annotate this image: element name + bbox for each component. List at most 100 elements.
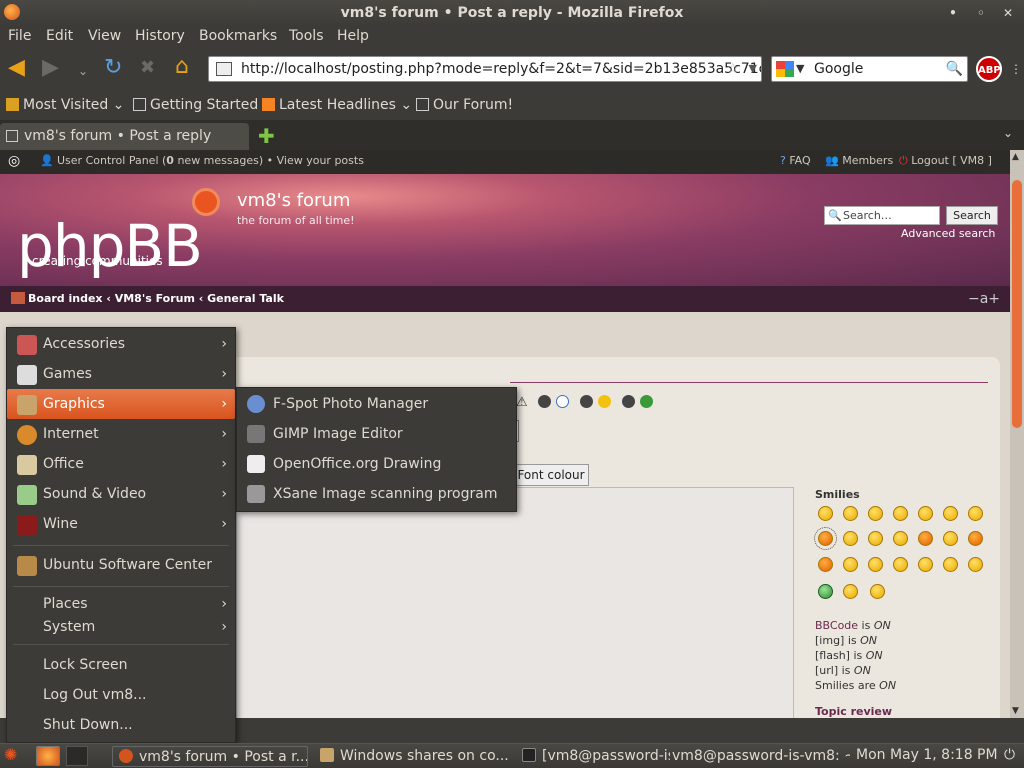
menu-file[interactable]: File — [8, 26, 31, 48]
google-icon[interactable] — [776, 61, 794, 77]
close-button[interactable]: ✕ — [998, 0, 1018, 26]
warning-icon[interactable]: ⚠ — [516, 395, 528, 410]
smiley-icon[interactable] — [843, 557, 858, 572]
menu-lock-screen[interactable]: Lock Screen — [7, 650, 235, 680]
submenu-gimp[interactable]: GIMP Image Editor — [237, 419, 516, 449]
dot-icon[interactable] — [538, 395, 551, 408]
submenu-openoffice-drawing[interactable]: OpenOffice.org Drawing — [237, 449, 516, 479]
url-bar[interactable]: http://localhost/posting.php?mode=reply&… — [208, 56, 762, 82]
menu-edit[interactable]: Edit — [46, 26, 73, 48]
smiley-icon[interactable] — [868, 557, 883, 572]
menu-graphics[interactable]: Graphics › — [7, 389, 235, 419]
menu-sound-video[interactable]: Sound & Video › — [7, 479, 235, 509]
forward-arrow-icon[interactable]: ▶ — [42, 57, 59, 79]
engine-dropdown-icon[interactable]: ▼ — [796, 57, 804, 81]
menu-wine[interactable]: Wine › — [7, 509, 235, 539]
smiley-icon[interactable] — [968, 506, 983, 521]
members-link[interactable]: 👥 Members — [825, 150, 893, 172]
maximize-button[interactable]: ◦ — [971, 0, 991, 26]
menu-internet[interactable]: Internet › — [7, 419, 235, 449]
menu-accessories[interactable]: Accessories › — [7, 329, 235, 359]
submenu-f-spot[interactable]: F-Spot Photo Manager — [237, 389, 516, 419]
font-size-control[interactable]: −a+ — [968, 286, 1000, 312]
smiley-icon[interactable] — [814, 527, 837, 550]
stop-icon[interactable]: ✖ — [140, 57, 155, 79]
forum-search-button[interactable]: Search — [946, 206, 998, 225]
menu-log-out[interactable]: Log Out vm8... — [7, 680, 235, 710]
smiley-icon[interactable] — [868, 531, 883, 546]
page-scrollbar[interactable]: ▲ ▼ — [1010, 150, 1024, 718]
green-smiley-icon[interactable] — [818, 584, 833, 599]
back-arrow-icon[interactable]: ◀ — [8, 57, 25, 79]
menu-history[interactable]: History — [135, 26, 185, 48]
menu-bookmarks[interactable]: Bookmarks — [199, 26, 277, 48]
tab-post-reply[interactable]: vm8's forum • Post a reply — [0, 123, 249, 150]
history-dropdown-icon[interactable]: ⌄ — [78, 60, 88, 82]
dot-icon[interactable] — [580, 395, 593, 408]
smiley-icon[interactable] — [968, 531, 983, 546]
task-terminal-1[interactable]: [vm8@password-is — [518, 746, 670, 767]
search-bar[interactable]: ▼ Google 🔍 — [771, 56, 968, 82]
home-icon[interactable]: ⌂ — [175, 56, 189, 78]
minimize-button[interactable]: • — [943, 0, 963, 26]
menu-office[interactable]: Office › — [7, 449, 235, 479]
smiley-icon[interactable] — [943, 506, 958, 521]
forum-search-input[interactable]: 🔍 Search… — [824, 206, 940, 225]
menu-ubuntu-software-center[interactable]: Ubuntu Software Center — [7, 550, 235, 580]
url-dropdown-icon[interactable]: ▼ — [749, 57, 757, 81]
reload-icon[interactable]: ↻ — [104, 57, 122, 79]
topic-review-heading[interactable]: Topic review — [815, 705, 892, 718]
submenu-xsane[interactable]: XSane Image scanning program — [237, 479, 516, 509]
smiley-icon[interactable] — [843, 506, 858, 521]
power-icon[interactable]: ⏻ — [1004, 747, 1015, 763]
info-icon[interactable] — [556, 395, 569, 408]
smiley-icon[interactable] — [918, 506, 933, 521]
smiley-icon[interactable] — [818, 557, 833, 572]
smiley-icon[interactable] — [843, 531, 858, 546]
dot-icon[interactable] — [622, 395, 635, 408]
toolbar-overflow-icon[interactable]: ⋮ — [1010, 62, 1022, 76]
smiley-icon[interactable] — [918, 531, 933, 546]
bookmark-getting-started[interactable]: Getting Started — [133, 96, 258, 116]
menu-tools[interactable]: Tools — [289, 26, 324, 48]
bbcode-link[interactable]: BBCode — [815, 619, 858, 632]
menu-shut-down[interactable]: Shut Down... — [7, 710, 235, 740]
smiley-icon[interactable] — [943, 557, 958, 572]
bookmark-star-icon[interactable]: ☆ — [726, 57, 739, 81]
smiley-icon[interactable] — [893, 557, 908, 572]
message-textarea[interactable] — [236, 487, 794, 718]
ucp-link[interactable]: User Control Panel (0 new messages) • Vi… — [57, 150, 364, 172]
logout-link[interactable]: ⏻ Logout [ VM8 ] — [899, 150, 992, 172]
smiley-icon[interactable] — [598, 395, 611, 408]
new-tab-button[interactable]: ✚ — [258, 124, 275, 148]
menu-view[interactable]: View — [88, 26, 121, 48]
search-icon[interactable]: 🔍 — [946, 57, 963, 81]
menu-help[interactable]: Help — [337, 26, 369, 48]
phpbb-logo[interactable]: phpBB — [17, 212, 203, 280]
scroll-down-icon[interactable]: ▼ — [1012, 706, 1019, 716]
bookmark-most-visited[interactable]: Most Visited ⌄ — [6, 96, 124, 116]
menu-games[interactable]: Games › — [7, 359, 235, 389]
clock[interactable]: Mon May 1, 8:18 PM — [856, 747, 998, 763]
font-colour-button[interactable]: Font colour — [513, 464, 589, 486]
ubuntu-menu-icon[interactable]: ✺ — [4, 745, 17, 764]
task-windows-shares[interactable]: Windows shares on co... — [314, 746, 512, 767]
task-firefox[interactable]: vm8's forum • Post a r... — [112, 746, 308, 767]
smiley-icon[interactable] — [818, 506, 833, 521]
green-smiley-icon[interactable] — [640, 395, 653, 408]
bookmark-our-forum[interactable]: Our Forum! — [416, 96, 513, 116]
adblock-icon[interactable]: ABP — [976, 56, 1002, 82]
firefox-launcher-icon[interactable] — [36, 746, 60, 766]
smiley-icon[interactable] — [843, 584, 858, 599]
smiley-icon[interactable] — [968, 557, 983, 572]
scroll-up-icon[interactable]: ▲ — [1012, 152, 1019, 162]
tab-list-icon[interactable]: ⌄ — [1003, 126, 1013, 140]
advanced-search-link[interactable]: Advanced search — [901, 227, 995, 240]
menu-system[interactable]: System › — [7, 612, 235, 642]
scrollbar-thumb[interactable] — [1012, 180, 1022, 428]
smiley-icon[interactable] — [918, 557, 933, 572]
bookmark-latest-headlines[interactable]: Latest Headlines ⌄ — [262, 96, 412, 116]
smiley-icon[interactable] — [943, 531, 958, 546]
smiley-icon[interactable] — [870, 584, 885, 599]
breadcrumb[interactable]: Board index ‹ VM8's Forum ‹ General Talk — [0, 286, 1010, 312]
